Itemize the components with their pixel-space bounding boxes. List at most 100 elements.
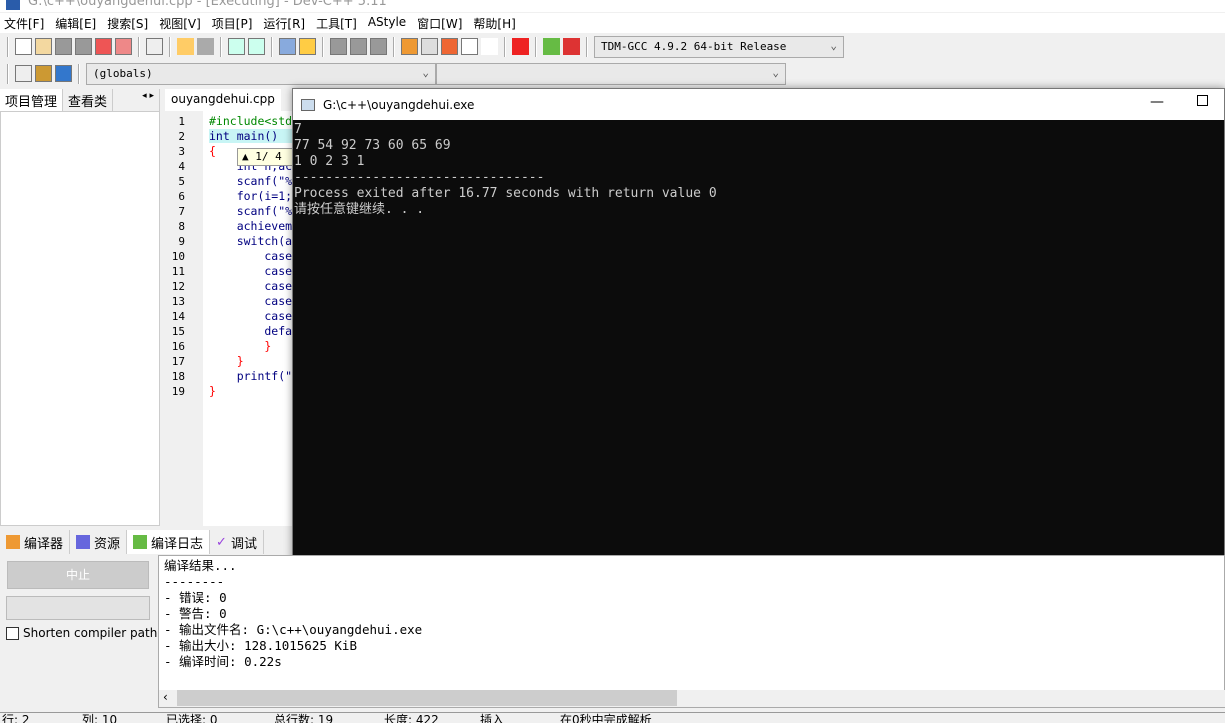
code-line: }: [209, 339, 272, 353]
scroll-thumb[interactable]: [177, 690, 677, 706]
new-file-icon[interactable]: [15, 38, 32, 55]
line-number: 6: [178, 190, 185, 203]
scope-select[interactable]: (globals) ⌄: [86, 62, 436, 85]
function-select[interactable]: ⌄: [436, 62, 786, 85]
run-icon[interactable]: [421, 38, 438, 55]
code-editor[interactable]: 1 2 3 4 5 6 7 8 9 10 11 12 13 14 15 16 17 18 19 #include<s…: [165, 111, 299, 526]
line-number: 5: [178, 175, 185, 188]
line-number: 8: [178, 220, 185, 233]
close-file-icon[interactable]: [95, 38, 112, 55]
new-project-icon[interactable]: [15, 65, 32, 82]
line-number: 16: [171, 340, 185, 353]
code-line: case: [209, 309, 293, 323]
code-line: #include<std: [209, 114, 293, 128]
tab-classes[interactable]: 查看类: [63, 89, 114, 111]
delete-profile-icon[interactable]: [563, 38, 580, 55]
call-tip-text: 1/ 4: [255, 150, 282, 163]
console-window[interactable]: G:\c++\ouyangdehui.exe — 7 77 54 92 73 6…: [292, 88, 1225, 600]
status-parse: 在0秒中完成解析: [560, 713, 652, 723]
menu-bar: 文件[F] 编辑[E] 搜索[S] 视图[V] 项目[P] 运行[R] 工具[T…: [0, 13, 1225, 33]
redo-icon[interactable]: [197, 38, 214, 55]
app-icon: [6, 0, 20, 10]
menu-file[interactable]: 文件[F]: [0, 13, 51, 33]
find-icon[interactable]: [228, 38, 245, 55]
bookmark-back-icon[interactable]: [330, 38, 347, 55]
checkbox[interactable]: [6, 626, 19, 640]
print-icon[interactable]: [146, 38, 163, 55]
close-all-icon[interactable]: [115, 38, 132, 55]
open-file-icon[interactable]: [35, 38, 52, 55]
undo-icon[interactable]: [177, 38, 194, 55]
chevron-down-icon: ⌄: [422, 65, 429, 79]
code-line: for(i=1;: [209, 189, 293, 203]
line-number: 13: [171, 295, 185, 308]
stop-icon[interactable]: [512, 38, 529, 55]
tab-label: 资源: [94, 536, 121, 552]
compile-icon[interactable]: [401, 38, 418, 55]
check-icon: ✓: [216, 534, 227, 550]
indent-icon[interactable]: [279, 38, 296, 55]
file-tab[interactable]: ouyangdehui.cpp: [165, 89, 281, 111]
line-number: 15: [171, 325, 185, 338]
chevron-down-icon: ⌄: [830, 38, 837, 52]
save-all-icon[interactable]: [75, 38, 92, 55]
menu-help[interactable]: 帮助[H]: [469, 13, 522, 33]
tab-compile-log[interactable]: 编译日志: [127, 530, 211, 554]
code-line: {: [209, 144, 216, 158]
menu-search[interactable]: 搜索[S]: [103, 13, 155, 33]
rebuild-icon[interactable]: [461, 38, 478, 55]
compile-run-icon[interactable]: [441, 38, 458, 55]
window-title-bar: G:\c++\ouyangdehui.cpp - [Executing] - D…: [0, 0, 1225, 12]
tab-label: 调试: [230, 536, 257, 552]
project-panel: [0, 111, 160, 526]
bookmark-forward-icon[interactable]: [350, 38, 367, 55]
menu-project[interactable]: 项目[P]: [208, 13, 260, 33]
scroll-left-icon[interactable]: ‹: [163, 690, 168, 704]
tab-compiler[interactable]: 编译器: [0, 530, 71, 554]
toggle-bookmark-icon[interactable]: [370, 38, 387, 55]
compiler-icon: [6, 535, 20, 549]
profile-icon[interactable]: [543, 38, 560, 55]
compile-log: 编译结果... -------- - 错误: 0 - 警告: 0 - 输出文件名…: [158, 555, 1225, 708]
save-icon[interactable]: [55, 38, 72, 55]
code-line: defa: [209, 324, 293, 338]
line-number: 3: [178, 145, 185, 158]
code-line: int main(): [209, 129, 299, 143]
menu-view[interactable]: 视图[V]: [155, 13, 208, 33]
status-col: 列: 10: [82, 713, 118, 723]
tab-label: 编译器: [24, 536, 64, 552]
menu-run[interactable]: 运行[R]: [259, 13, 312, 33]
shorten-paths-checkbox[interactable]: Shorten compiler paths: [6, 626, 164, 640]
minimize-button[interactable]: —: [1150, 94, 1164, 110]
tab-scroll-left[interactable]: ◂ ▸: [137, 89, 160, 111]
menu-window[interactable]: 窗口[W]: [413, 13, 469, 33]
checkbox-label: Shorten compiler paths: [23, 626, 164, 640]
window-title: G:\c++\ouyangdehui.cpp - [Executing] - D…: [28, 0, 387, 9]
replace-icon[interactable]: [248, 38, 265, 55]
console-output: 7 77 54 92 73 60 65 69 1 0 2 3 1 -------…: [294, 122, 717, 217]
tab-resources[interactable]: 资源: [70, 530, 128, 554]
log-horizontal-scrollbar[interactable]: ‹: [159, 690, 1225, 707]
code-line: case: [209, 264, 293, 278]
line-number: 4: [178, 160, 185, 173]
abort-button[interactable]: 中止: [7, 561, 149, 589]
line-number: 11: [171, 265, 185, 278]
line-number: 10: [171, 250, 185, 263]
tab-debug[interactable]: ✓ 调试: [210, 530, 264, 554]
code-line: scanf("%: [209, 204, 293, 218]
unindent-icon[interactable]: [299, 38, 316, 55]
compiler-select[interactable]: TDM-GCC 4.9.2 64-bit Release ⌄: [594, 35, 844, 58]
maximize-button[interactable]: [1197, 95, 1208, 106]
add-to-project-icon[interactable]: [35, 65, 52, 82]
menu-astyle[interactable]: AStyle: [364, 13, 413, 33]
bottom-panel-tabs: 编译器 资源 编译日志 ✓ 调试: [0, 530, 300, 554]
console-icon: [301, 98, 315, 111]
menu-tools[interactable]: 工具[T]: [312, 13, 364, 33]
code-line: }: [209, 384, 216, 398]
code-line: case: [209, 249, 293, 263]
remove-from-project-icon[interactable]: [55, 65, 72, 82]
syntax-check-icon[interactable]: [481, 38, 498, 55]
code-line: case: [209, 294, 293, 308]
tab-project[interactable]: 项目管理: [0, 89, 64, 111]
menu-edit[interactable]: 编辑[E]: [51, 13, 103, 33]
